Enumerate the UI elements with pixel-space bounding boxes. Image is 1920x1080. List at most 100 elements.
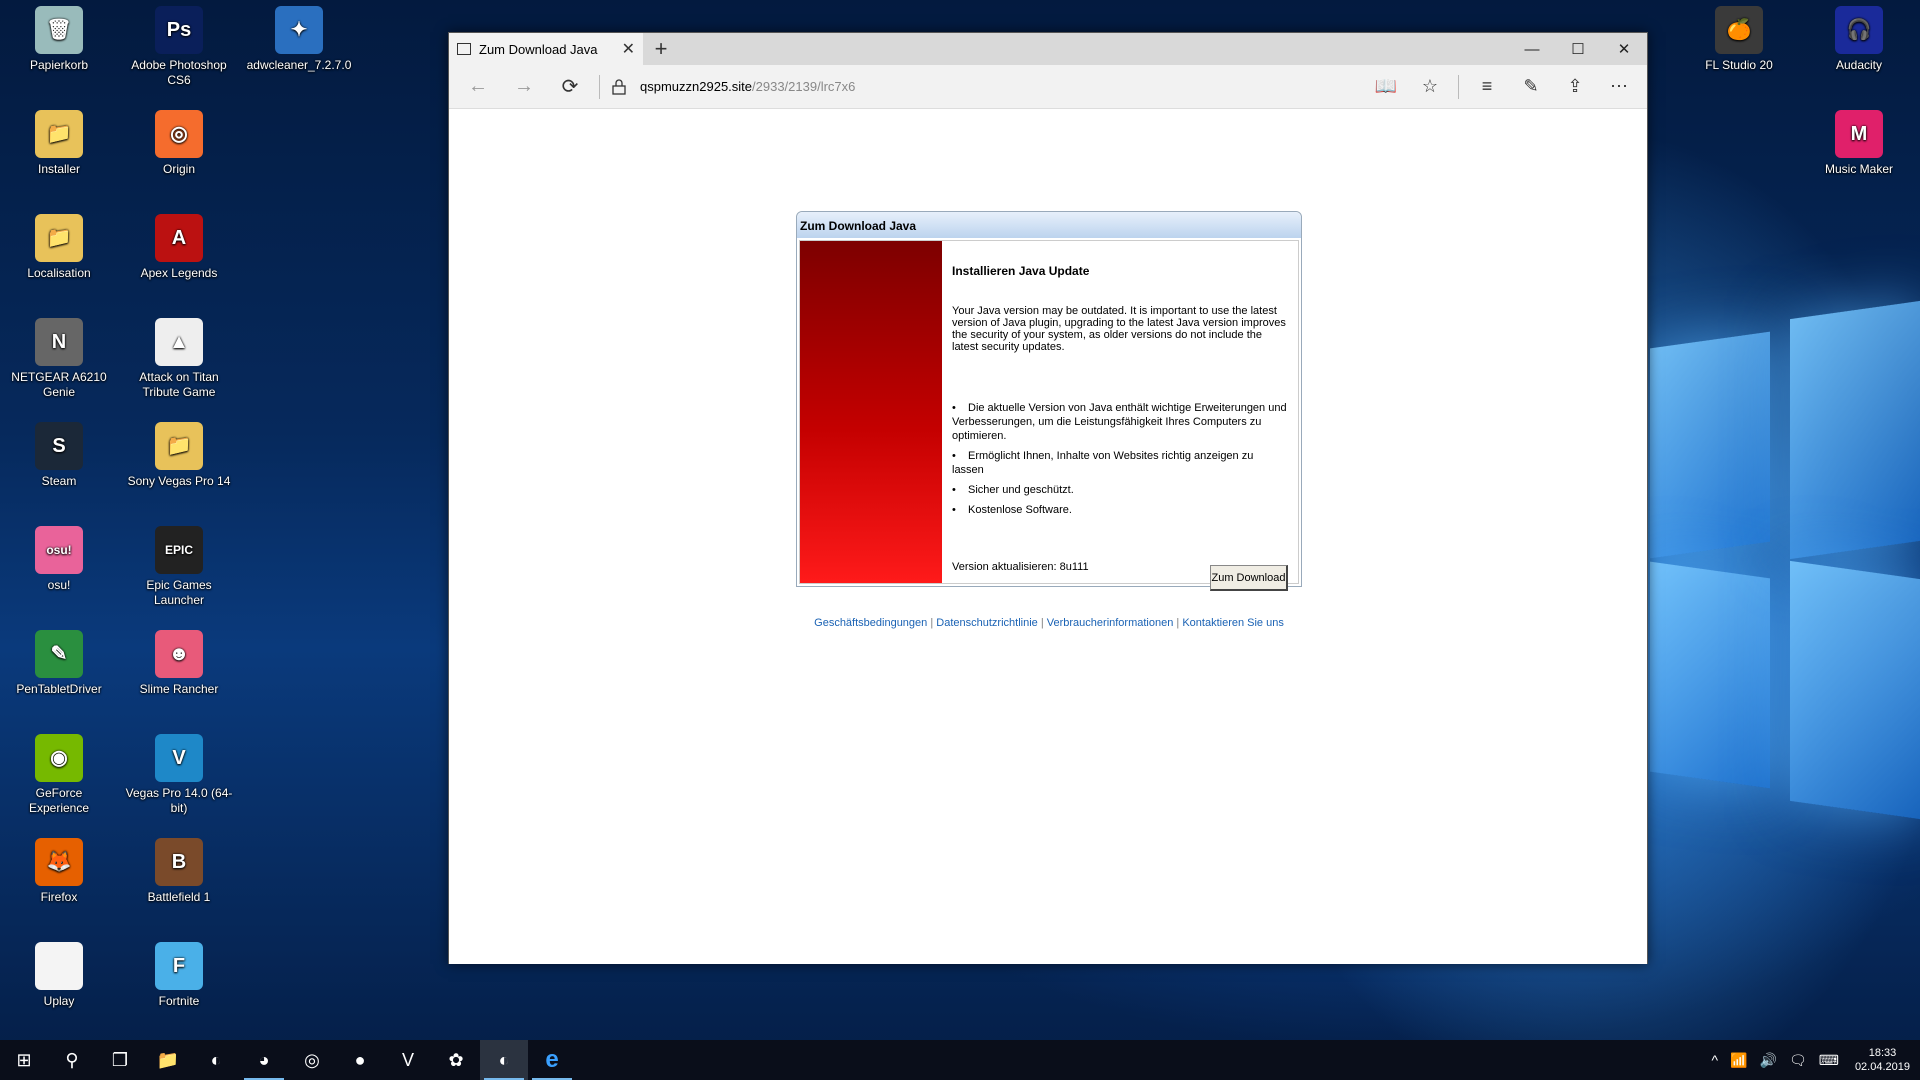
file-explorer-icon[interactable]: 📁 xyxy=(144,1040,192,1080)
desktop-icon-steam[interactable]: S Steam xyxy=(4,422,114,489)
clock[interactable]: 18:33 02.04.2019 xyxy=(1845,1046,1920,1074)
desktop-icon-battlefield-1[interactable]: B Battlefield 1 xyxy=(124,838,234,905)
tab-java-download[interactable]: Zum Download Java ✕ xyxy=(449,33,643,65)
keyboard-icon[interactable]: ⌨ xyxy=(1813,1052,1845,1069)
tab-title: Zum Download Java xyxy=(479,41,598,57)
feature-text: Kostenlose Software. xyxy=(968,504,1072,516)
volume-icon[interactable]: 🔊 xyxy=(1754,1052,1783,1069)
desktop-icon-osu[interactable]: osu! osu! xyxy=(4,526,114,593)
sony-vegas-pro-14-icon: 📁 xyxy=(155,422,203,470)
minimize-button[interactable]: — xyxy=(1509,33,1555,65)
dialog-title: Zum Download Java xyxy=(797,212,1301,238)
vegas-taskbar-icon[interactable]: V xyxy=(384,1040,432,1080)
maximize-button[interactable]: ☐ xyxy=(1555,33,1601,65)
desktop-icon-netgear-a6210-genie[interactable]: N NETGEAR A6210 Genie xyxy=(4,318,114,400)
back-button[interactable]: ← xyxy=(455,69,501,105)
feature-list: • Die aktuelle Version von Java enthält w… xyxy=(952,401,1288,517)
steam-running-icon[interactable]: ◐ xyxy=(480,1040,528,1080)
notifications-icon[interactable]: 🗨 xyxy=(1783,1052,1813,1069)
desktop-icon-label: NETGEAR A6210 Genie xyxy=(11,370,107,399)
desktop-icon-fl-studio-20[interactable]: 🍊 FL Studio 20 xyxy=(1684,6,1794,73)
forward-button[interactable]: → xyxy=(501,69,547,105)
footer-link-datenschutzrichtlinie[interactable]: Datenschutzrichtlinie xyxy=(936,617,1038,629)
link-separator: | xyxy=(1037,617,1047,629)
search-icon[interactable]: ⚲ xyxy=(48,1040,96,1080)
share-icon[interactable]: ⇪ xyxy=(1553,69,1597,105)
clock-time: 18:33 xyxy=(1868,1047,1897,1059)
dialog-intro: Your Java version may be outdated. It is… xyxy=(952,305,1286,353)
desktop-icon-attack-on-titan-tribute-game[interactable]: ▲ Attack on Titan Tribute Game xyxy=(124,318,234,400)
close-tab-icon[interactable]: ✕ xyxy=(622,39,635,59)
feature-list-item: • Ermöglicht Ihnen, Inhalte von Websites … xyxy=(952,449,1288,477)
web-note-icon[interactable]: ✎ xyxy=(1509,69,1553,105)
desktop-icon-sony-vegas-pro-14[interactable]: 📁 Sony Vegas Pro 14 xyxy=(124,422,234,489)
desktop-icon-geforce-experience[interactable]: ◉ GeForce Experience xyxy=(4,734,114,816)
desktop-icon-label: Vegas Pro 14.0 (64-bit) xyxy=(125,786,233,815)
version-label: Version aktualisieren: 8u111 xyxy=(952,561,1089,573)
new-tab-button[interactable]: + xyxy=(643,33,679,65)
footer-link-gesch-ftsbedingungen[interactable]: Geschäftsbedingungen xyxy=(814,617,927,629)
footer-link-verbraucherinformationen[interactable]: Verbraucherinformationen xyxy=(1047,617,1174,629)
desktop-icon-label: Steam xyxy=(41,474,77,488)
desktop-icon-epic-games-launcher[interactable]: EPIC Epic Games Launcher xyxy=(124,526,234,608)
desktop-icon-uplay[interactable]: Uplay xyxy=(4,942,114,1009)
more-icon[interactable]: ⋯ xyxy=(1597,69,1641,105)
edge-browser-window: Zum Download Java ✕ + — ☐ ✕ ← → ⟳ qspmuz… xyxy=(448,32,1648,964)
favorite-star-icon[interactable]: ☆ xyxy=(1408,69,1452,105)
page-icon xyxy=(457,43,471,55)
window-controls: — ☐ ✕ xyxy=(1509,33,1647,65)
desktop-icon-label: Adobe Photoshop CS6 xyxy=(131,58,227,87)
tray-chevron-icon[interactable]: ^ xyxy=(1705,1052,1724,1068)
battlefield-1-icon: B xyxy=(155,838,203,886)
network-icon[interactable]: 📶 xyxy=(1724,1052,1753,1069)
edge-taskbar-icon[interactable]: e xyxy=(528,1040,576,1080)
firefox-icon: 🦊 xyxy=(35,838,83,886)
link-separator: | xyxy=(1173,617,1183,629)
desktop-icon-label: Music Maker xyxy=(1824,162,1893,176)
refresh-button[interactable]: ⟳ xyxy=(547,69,593,105)
app-taskbar-icon[interactable]: ✿ xyxy=(432,1040,480,1080)
desktop-icon-localisation[interactable]: 📁 Localisation xyxy=(4,214,114,281)
desktop-icon-label: Papierkorb xyxy=(29,58,89,72)
desktop-icon-installer[interactable]: 📁 Installer xyxy=(4,110,114,177)
task-view-icon[interactable]: ❐ xyxy=(96,1040,144,1080)
url-field[interactable]: qspmuzzn2925.site/2933/2139/lrc7x6 xyxy=(606,78,1364,95)
steam-taskbar-icon[interactable]: ◐ xyxy=(192,1040,240,1080)
desktop-icon-audacity[interactable]: 🎧 Audacity xyxy=(1804,6,1914,73)
desktop-icon-label: FL Studio 20 xyxy=(1705,58,1773,72)
geforce-experience-icon: ◉ xyxy=(35,734,83,782)
desktop-icon-adwcleaner-7-2-7-0[interactable]: ✦ adwcleaner_7.2.7.0 xyxy=(244,6,354,73)
desktop-icon-pentabletdriver[interactable]: ✎ PenTabletDriver xyxy=(4,630,114,697)
dialog-heading: Installieren Java Update xyxy=(952,264,1090,278)
bullet-marker: • xyxy=(952,402,956,414)
slime-rancher-icon: ☻ xyxy=(155,630,203,678)
firefox-taskbar-icon[interactable]: ◕ xyxy=(240,1040,288,1080)
origin-icon: ◎ xyxy=(155,110,203,158)
osu-taskbar-icon[interactable]: ● xyxy=(336,1040,384,1080)
desktop-icon-music-maker[interactable]: M Music Maker xyxy=(1804,110,1914,177)
apex-legends-icon: A xyxy=(155,214,203,262)
close-window-button[interactable]: ✕ xyxy=(1601,33,1647,65)
bullet-marker: • xyxy=(952,484,956,496)
clock-date: 02.04.2019 xyxy=(1854,1061,1910,1073)
reading-view-icon[interactable]: 📖 xyxy=(1364,69,1408,105)
desktop-icon-fortnite[interactable]: F Fortnite xyxy=(124,942,234,1009)
attack-on-titan-tribute-game-icon: ▲ xyxy=(155,318,203,366)
start-button[interactable]: ⊞ xyxy=(0,1040,48,1080)
origin-taskbar-icon[interactable]: ◎ xyxy=(288,1040,336,1080)
hub-icon[interactable]: ≡ xyxy=(1465,69,1509,105)
desktop-icon-adobe-photoshop-cs6[interactable]: Ps Adobe Photoshop CS6 xyxy=(124,6,234,88)
desktop-icon-label: Firefox xyxy=(40,890,78,904)
desktop-icon-firefox[interactable]: 🦊 Firefox xyxy=(4,838,114,905)
desktop-icon-label: Origin xyxy=(162,162,195,176)
desktop-icon-apex-legends[interactable]: A Apex Legends xyxy=(124,214,234,281)
desktop-icon-papierkorb[interactable]: 🗑 Papierkorb xyxy=(4,6,114,73)
desktop-icon-slime-rancher[interactable]: ☻ Slime Rancher xyxy=(124,630,234,697)
address-bar: ← → ⟳ qspmuzzn2925.site/2933/2139/lrc7x6… xyxy=(449,65,1647,109)
desktop-icon-vegas-pro-14-0-64-bit[interactable]: V Vegas Pro 14.0 (64-bit) xyxy=(124,734,234,816)
url-path: /2933/2139/lrc7x6 xyxy=(752,79,856,94)
desktop-icon-origin[interactable]: ◎ Origin xyxy=(124,110,234,177)
download-button[interactable]: Zum Download xyxy=(1210,565,1288,591)
footer-link-kontaktieren-sie-uns[interactable]: Kontaktieren Sie uns xyxy=(1182,617,1284,629)
fl-studio-20-icon: 🍊 xyxy=(1715,6,1763,54)
